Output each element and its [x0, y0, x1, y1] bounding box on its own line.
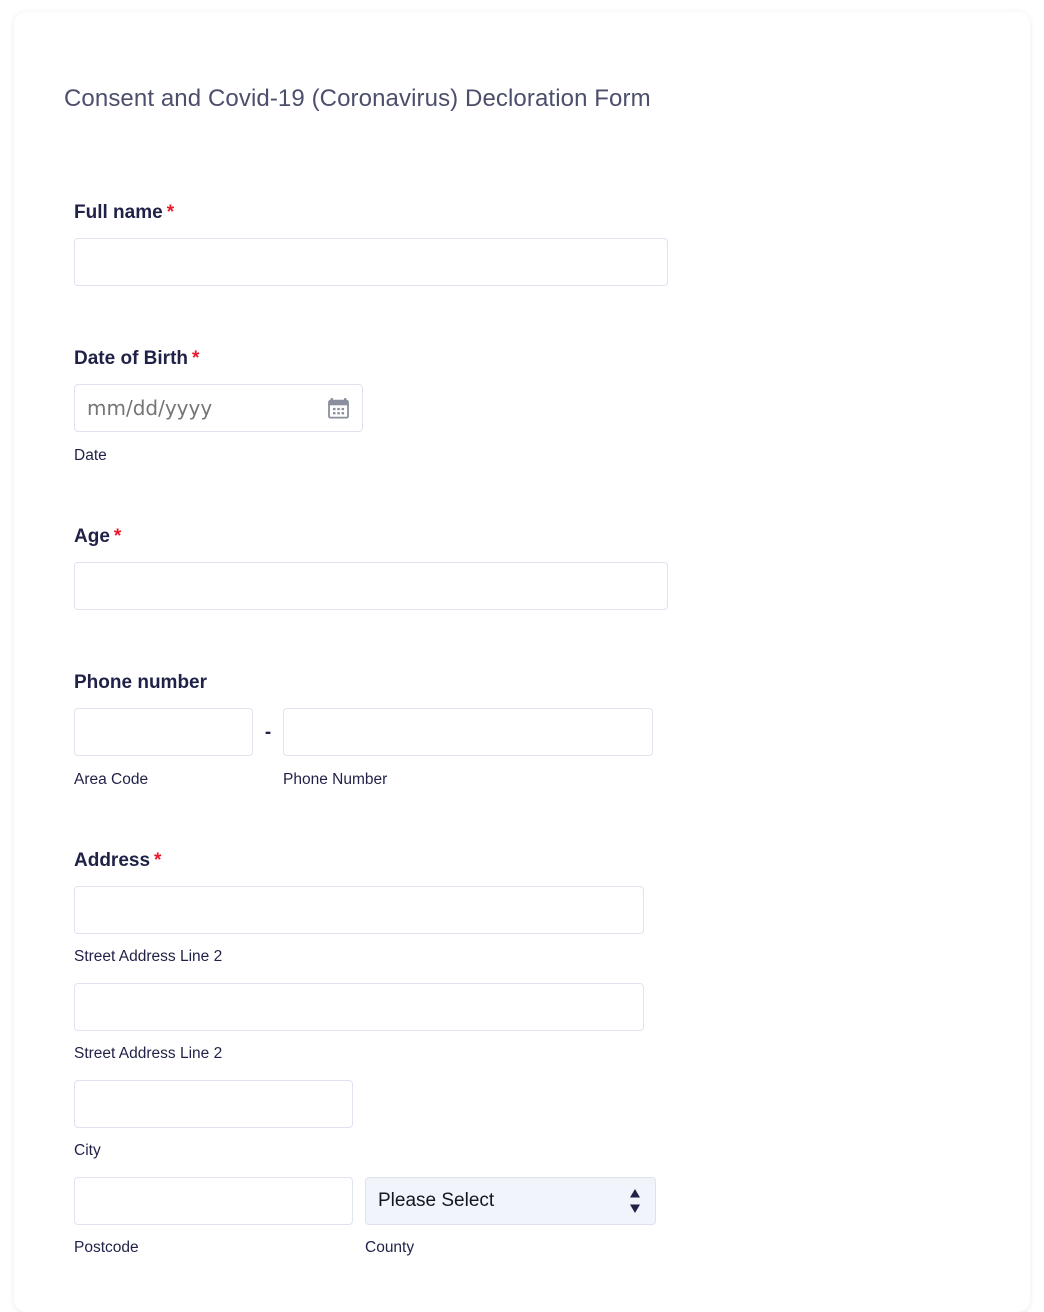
postcode-sublabel: Postcode: [74, 1239, 139, 1256]
phone-sublabel-row: Area Code Phone Number: [74, 770, 653, 790]
street-address-line-1-input[interactable]: [74, 886, 644, 934]
full-name-label: Full name *: [74, 201, 668, 225]
required-asterisk: *: [192, 348, 200, 369]
date-of-birth-label: Date of Birth *: [74, 347, 363, 371]
county-select-value: Please Select: [378, 1190, 495, 1211]
address-label-text: Address: [74, 850, 151, 871]
address-street-line-1-group: Street Address Line 2: [74, 886, 656, 967]
full-name-label-text: Full name: [74, 202, 163, 223]
date-input-wrapper: [74, 384, 363, 432]
select-spinner-arrows-icon: [629, 1188, 641, 1214]
city-input[interactable]: [74, 1080, 353, 1128]
field-address: Address * Street Address Line 2 Street Ad…: [74, 849, 656, 1274]
address-county-group: Please Select County: [365, 1177, 656, 1274]
date-of-birth-label-text: Date of Birth: [74, 348, 188, 369]
full-name-input[interactable]: [74, 238, 668, 286]
age-input[interactable]: [74, 562, 668, 610]
address-postcode-group: Postcode: [74, 1177, 365, 1274]
area-code-input[interactable]: [74, 708, 253, 756]
phone-number-label: Phone number: [74, 671, 653, 695]
age-label: Age *: [74, 525, 668, 549]
phone-number-input[interactable]: [283, 708, 653, 756]
field-full-name: Full name *: [74, 201, 668, 286]
page-title: Consent and Covid-19 (Coronavirus) Declo…: [64, 85, 651, 112]
required-asterisk: *: [113, 526, 122, 547]
phone-input-row: -: [74, 708, 653, 756]
age-label-text: Age: [74, 526, 110, 547]
address-city-group: City: [74, 1080, 656, 1161]
phone-number-sublabel: Phone Number: [283, 771, 388, 788]
phone-number-label-text: Phone number: [74, 672, 208, 693]
date-of-birth-sublabel: Date: [74, 447, 107, 464]
address-label: Address *: [74, 849, 656, 873]
address-street-line-2-group: Street Address Line 2: [74, 983, 656, 1064]
field-age: Age *: [74, 525, 668, 610]
form-card: Consent and Covid-19 (Coronavirus) Declo…: [14, 12, 1030, 1312]
city-sublabel: City: [74, 1142, 101, 1159]
date-of-birth-input[interactable]: [74, 384, 363, 432]
street-address-line-2-sublabel: Street Address Line 2: [74, 1045, 223, 1062]
county-sublabel: County: [365, 1239, 415, 1256]
required-asterisk: *: [166, 202, 175, 223]
required-asterisk: *: [154, 850, 162, 871]
area-code-sublabel: Area Code: [74, 771, 149, 788]
postcode-input[interactable]: [74, 1177, 353, 1225]
county-select[interactable]: Please Select: [365, 1177, 656, 1225]
field-date-of-birth: Date of Birth* Date: [74, 347, 363, 466]
street-address-line-2-input[interactable]: [74, 983, 644, 1031]
field-phone-number: Phone number - Area Code Phone Number: [74, 671, 653, 790]
phone-separator: -: [264, 721, 272, 743]
street-address-line-1-sublabel: Street Address Line 2: [74, 948, 223, 965]
address-bottom-row: Postcode Please Select County: [74, 1177, 656, 1274]
